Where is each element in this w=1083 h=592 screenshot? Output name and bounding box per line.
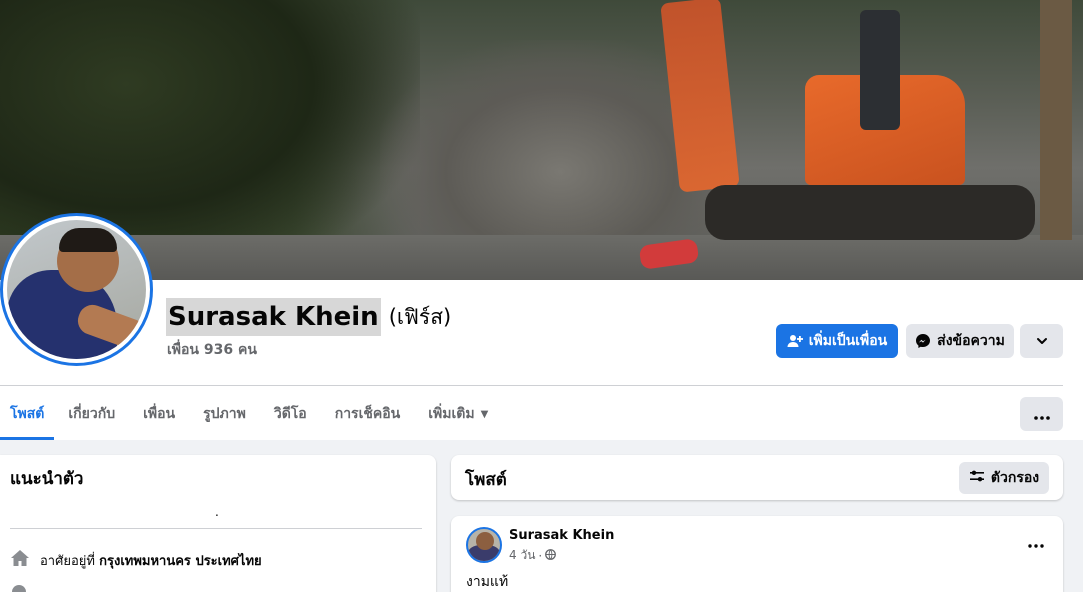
header-divider: [0, 385, 1063, 386]
add-friend-button[interactable]: เพิ่มเป็นเพื่อน: [776, 324, 898, 358]
intro-card: แนะนำตัว . อาศัยอยู่ที่ กรุงเทพมหานคร ปร…: [0, 455, 436, 592]
more-horizontal-icon: [1028, 533, 1044, 552]
post-author-name[interactable]: Surasak Khein: [509, 528, 614, 543]
cover-photo[interactable]: [0, 0, 1083, 280]
intro-bio: .: [215, 505, 219, 519]
excavator-operator: [860, 10, 900, 130]
tab-photos[interactable]: รูปภาพ: [189, 388, 260, 440]
intro-title: แนะนำตัว: [10, 469, 84, 489]
person-plus-icon: [787, 333, 803, 349]
profile-alternate-name: (เฟิร์ส): [388, 304, 452, 329]
sliders-icon: [969, 469, 985, 487]
more-horizontal-icon: [1033, 405, 1050, 424]
excavator-track: [705, 185, 1035, 240]
profile-dropdown-button[interactable]: [1020, 324, 1063, 358]
post-card: Surasak Khein 4 วัน · งามแท้: [451, 516, 1063, 592]
location-prefix: อาศัยอยู่ที่: [40, 553, 95, 569]
add-friend-label: เพิ่มเป็นเพื่อน: [808, 333, 888, 349]
tab-checkins[interactable]: การเช็คอิน: [321, 388, 415, 440]
post-meta: 4 วัน ·: [509, 546, 557, 565]
profile-name-row: Surasak Khein (เฟิร์ส): [166, 298, 451, 336]
intro-divider: [10, 528, 422, 529]
tabs-more-button[interactable]: [1020, 397, 1063, 431]
profile-tabs: โพสต์ เกี่ยวกับ เพื่อน รูปภาพ วิดีโอ การ…: [0, 388, 502, 440]
globe-icon: [545, 548, 557, 563]
intro-next-item: [10, 583, 28, 592]
cover-wooden-post: [1040, 0, 1072, 240]
intro-item-icon: [10, 583, 28, 592]
messenger-icon: [915, 333, 931, 349]
post-author-avatar[interactable]: [466, 527, 502, 563]
post-text: งามแท้: [466, 574, 509, 590]
message-button[interactable]: ส่งข้อความ: [906, 324, 1014, 358]
intro-location: อาศัยอยู่ที่ กรุงเทพมหานคร ประเทศไทย: [10, 549, 262, 571]
location-value[interactable]: กรุงเทพมหานคร ประเทศไทย: [99, 554, 262, 569]
tab-friends[interactable]: เพื่อน: [129, 388, 189, 440]
chevron-down-icon: [1035, 334, 1049, 348]
posts-title: โพสต์: [465, 470, 507, 490]
home-icon: [10, 549, 30, 571]
post-options-button[interactable]: [1021, 530, 1051, 554]
profile-avatar[interactable]: [0, 213, 153, 366]
post-meta-separator: ·: [538, 548, 543, 563]
filter-button[interactable]: ตัวกรอง: [959, 462, 1049, 494]
post-time[interactable]: 4 วัน: [509, 546, 535, 565]
cover-water: [0, 235, 1083, 280]
friends-count[interactable]: เพื่อน 936 คน: [167, 339, 257, 361]
tab-more[interactable]: เพิ่มเติม ▼: [414, 388, 502, 440]
tab-posts[interactable]: โพสต์: [0, 388, 55, 440]
profile-name: Surasak Khein: [166, 298, 381, 336]
filter-label: ตัวกรอง: [990, 470, 1040, 486]
tab-videos[interactable]: วิดีโอ: [260, 388, 321, 440]
message-label: ส่งข้อความ: [937, 333, 1005, 349]
posts-header-card: โพสต์ ตัวกรอง: [451, 455, 1063, 500]
caret-down-icon: ▼: [480, 408, 489, 420]
avatar-photo: [7, 220, 146, 359]
tab-about[interactable]: เกี่ยวกับ: [54, 388, 129, 440]
